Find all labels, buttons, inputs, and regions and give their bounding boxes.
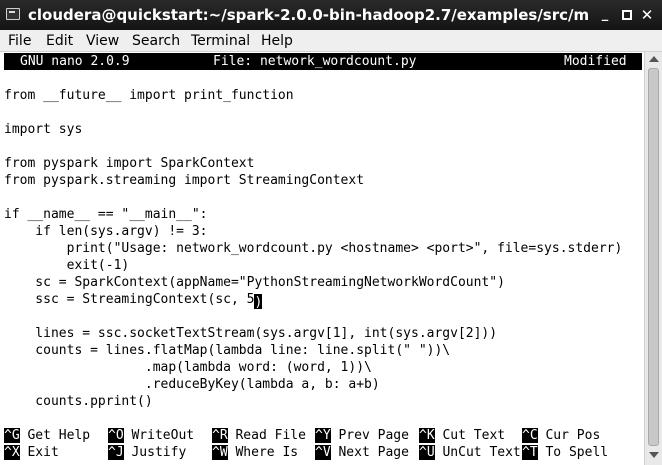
shortcut-key: ^C <box>522 428 538 443</box>
shortcut-label: Exit <box>27 445 59 460</box>
text-cursor: ) <box>254 294 263 310</box>
scrollbar-thumb[interactable] <box>648 68 659 446</box>
terminal-area[interactable]: GNU nano 2.0.9 File: network_wordcount.p… <box>2 52 644 462</box>
window-titlebar[interactable]: cloudera@quickstart:~/spark-2.0.0-bin-ha… <box>0 0 662 30</box>
shortcut-label: Cut Text <box>442 428 506 443</box>
shortcut-prev-page[interactable]: ^Y Prev Page <box>315 427 409 444</box>
shortcut-label: UnCut Text <box>442 445 521 460</box>
shortcut-label: Where Is <box>235 445 299 460</box>
shortcut-key: ^G <box>4 428 20 443</box>
nano-status: Modified <box>564 54 627 69</box>
shortcut-label: Read File <box>235 428 306 443</box>
shortcut-key: ^T <box>522 445 538 460</box>
scroll-down-arrow-icon[interactable] <box>649 452 659 458</box>
scroll-up-arrow-icon[interactable] <box>649 56 659 62</box>
shortcut-key: ^O <box>108 428 124 443</box>
shortcut-uncut-text[interactable]: ^U UnCut Text <box>419 444 521 461</box>
minimize-button[interactable]: _ <box>596 0 614 30</box>
code-line-with-cursor: ssc = StreamingContext(sc, 5) <box>4 291 263 310</box>
code-line: if __name__ == "__main__": <box>4 207 208 222</box>
nano-header-bar: GNU nano 2.0.9 File: network_wordcount.p… <box>4 53 642 70</box>
shortcut-read-file[interactable]: ^R Read File <box>212 427 306 444</box>
code-line: .reduceByKey(lambda a, b: a+b) <box>4 377 380 392</box>
shortcut-key: ^V <box>315 445 331 460</box>
shortcut-cut-text[interactable]: ^K Cut Text <box>419 427 505 444</box>
shortcut-key: ^J <box>108 445 124 460</box>
close-button[interactable]: ✕ <box>638 0 656 30</box>
maximize-icon <box>622 10 632 20</box>
menu-terminal[interactable]: Terminal <box>191 31 250 51</box>
shortcut-label: To Spell <box>545 445 609 460</box>
code-line: from pyspark import SparkContext <box>4 156 255 171</box>
code-line: from __future__ import print_function <box>4 88 294 103</box>
code-line: if len(sys.argv) != 3: <box>4 224 208 239</box>
code-line: exit(-1) <box>4 258 130 273</box>
shortcut-label: Next Page <box>338 445 409 460</box>
shortcut-label: Cur Pos <box>545 428 601 443</box>
code-line: .map(lambda word: (word, 1))\ <box>4 360 372 375</box>
shortcut-get-help[interactable]: ^G Get Help <box>4 427 90 444</box>
shortcut-next-page[interactable]: ^V Next Page <box>315 444 409 461</box>
shortcut-to-spell[interactable]: ^T To Spell <box>522 444 608 461</box>
shortcut-label: Justify <box>131 445 187 460</box>
code-line: print("Usage: network_wordcount.py <host… <box>4 241 623 256</box>
nano-version: GNU nano 2.0.9 <box>20 54 130 69</box>
code-line: counts = lines.flatMap(lambda line: line… <box>4 343 451 358</box>
shortcut-label: Prev Page <box>338 428 409 443</box>
menu-bar: File Edit View Search Terminal Help <box>0 30 662 52</box>
shortcut-label: WriteOut <box>131 428 195 443</box>
code-line: sc = SparkContext(appName="PythonStreami… <box>4 275 505 290</box>
shortcut-writeout[interactable]: ^O WriteOut <box>108 427 194 444</box>
maximize-button[interactable] <box>618 0 636 30</box>
menu-file[interactable]: File <box>8 31 31 51</box>
menu-search[interactable]: Search <box>132 31 180 51</box>
vertical-scrollbar[interactable] <box>644 52 662 465</box>
nano-filename: File: network_wordcount.py <box>213 54 417 69</box>
shortcut-key: ^U <box>419 445 435 460</box>
code-line: counts.pprint() <box>4 394 153 409</box>
menu-view[interactable]: View <box>86 31 119 51</box>
shortcut-justify[interactable]: ^J Justify <box>108 444 186 461</box>
shortcut-key: ^R <box>212 428 228 443</box>
shortcut-label: Get Help <box>27 428 91 443</box>
menu-edit[interactable]: Edit <box>46 31 73 51</box>
code-line: from pyspark.streaming import StreamingC… <box>4 173 365 188</box>
menu-help[interactable]: Help <box>261 31 293 51</box>
shortcut-exit[interactable]: ^X Exit <box>4 444 59 461</box>
code-line: import sys <box>4 122 83 137</box>
shortcut-key: ^W <box>212 445 228 460</box>
shortcut-key: ^K <box>419 428 435 443</box>
shortcut-cur-pos[interactable]: ^C Cur Pos <box>522 427 600 444</box>
shortcut-key: ^Y <box>315 428 331 443</box>
shortcut-where-is[interactable]: ^W Where Is <box>212 444 298 461</box>
code-text: ssc = StreamingContext(sc, 5 <box>4 292 255 307</box>
terminal-icon <box>6 8 20 20</box>
code-line: lines = ssc.socketTextStream(sys.argv[1]… <box>4 326 498 341</box>
shortcut-key: ^X <box>4 445 20 460</box>
window-title: cloudera@quickstart:~/spark-2.0.0-bin-ha… <box>28 6 588 24</box>
